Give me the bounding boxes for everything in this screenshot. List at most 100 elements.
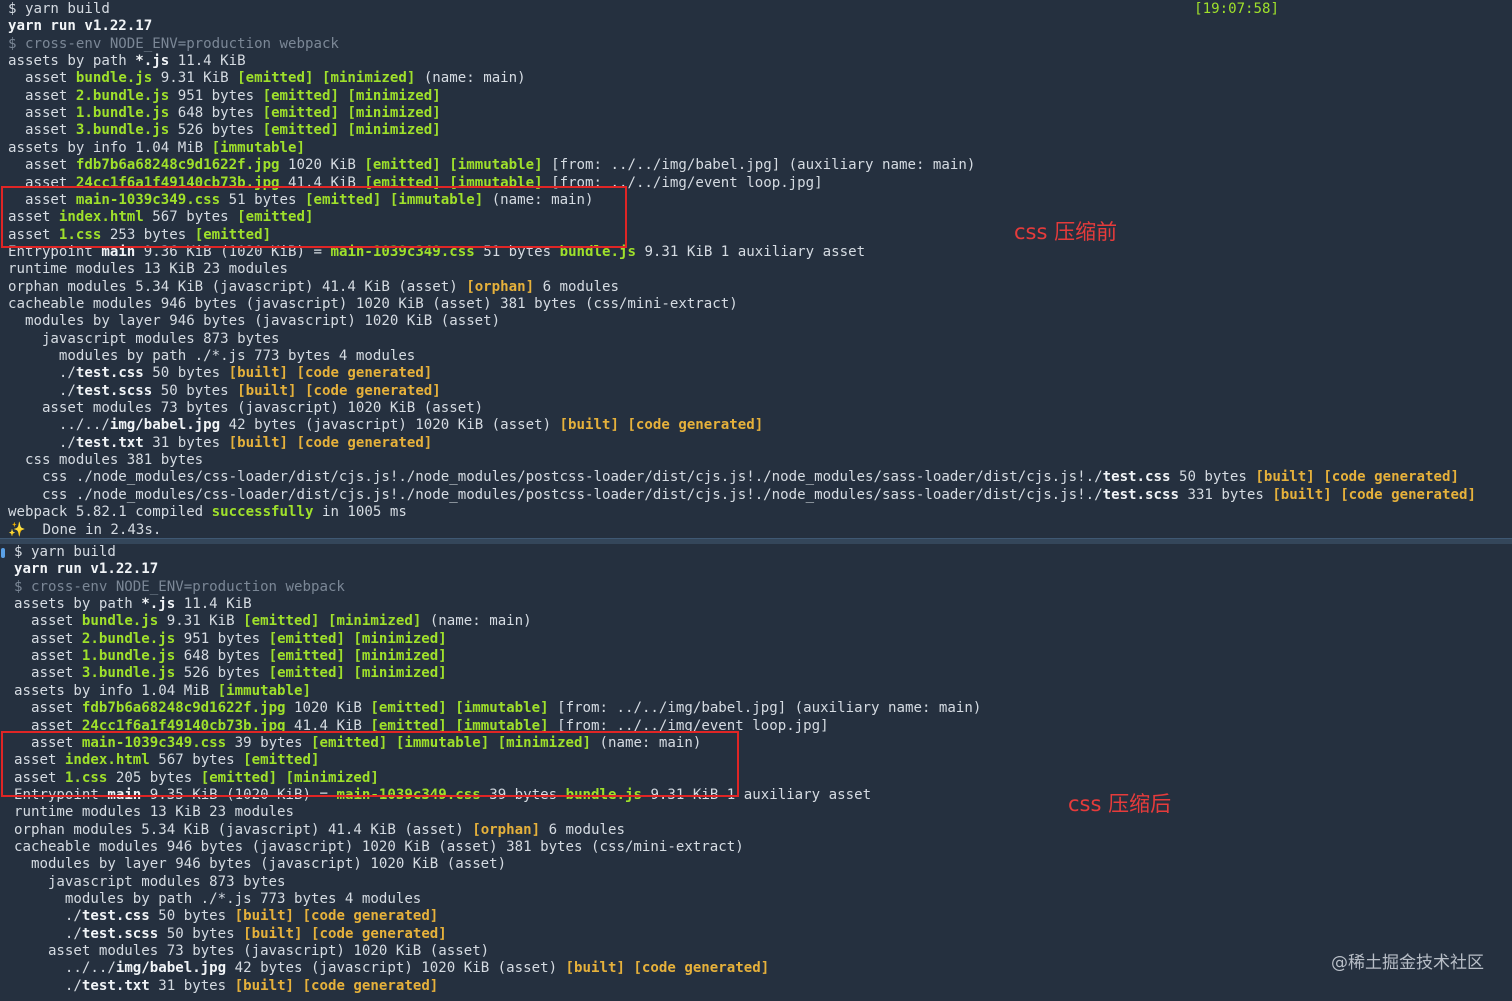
output-text: modules by layer 946 bytes (javascript) … xyxy=(14,856,507,873)
output-line: asset 2.bundle.js 951 bytes [emitted] [m… xyxy=(14,631,447,648)
output-text: asset xyxy=(14,700,82,717)
output-text: $ yarn build xyxy=(14,544,116,560)
output-text: [built] [code generated] xyxy=(1255,469,1459,486)
output-text: img/babel.jpg xyxy=(109,417,221,434)
output-line: cacheable modules 946 bytes (javascript)… xyxy=(14,839,744,856)
output-text: asset xyxy=(14,613,82,630)
output-text: asset xyxy=(8,157,76,174)
output-text: img/babel.jpg xyxy=(115,960,227,977)
output-line: assets by info 1.04 MiB [immutable] xyxy=(14,683,311,700)
output-text: ../../ xyxy=(8,417,110,434)
output-line: asset bundle.js 9.31 KiB [emitted] [mini… xyxy=(14,613,532,630)
output-text: css ./node_modules/css-loader/dist/cjs.j… xyxy=(8,469,1103,486)
output-text: 2.bundle.js xyxy=(81,630,176,647)
output-line: webpack 5.82.1 compiled successfully in … xyxy=(8,504,407,521)
output-text: webpack 5.82.1 compiled xyxy=(8,504,212,521)
output-text: assets by path xyxy=(8,53,136,70)
output-text: runtime modules 13 KiB 23 modules xyxy=(14,804,295,821)
output-text: 526 bytes xyxy=(169,122,263,139)
output-text: [emitted] [minimized] xyxy=(237,70,416,87)
output-text: [built] [code generated] xyxy=(1272,486,1476,503)
output-line: runtime modules 13 KiB 23 modules xyxy=(14,804,294,821)
output-text: modules by path ./*.js 773 bytes 4 modul… xyxy=(8,348,416,364)
output-line: ./test.scss 50 bytes [built] [code gener… xyxy=(8,383,441,400)
output-text: 6 modules xyxy=(540,821,625,838)
output-text: 1.bundle.js xyxy=(81,648,176,665)
output-text: 50 bytes xyxy=(158,925,244,942)
output-text: ./ xyxy=(8,365,76,382)
output-text: yarn run v1.22.17 xyxy=(14,561,159,578)
output-line: javascript modules 873 bytes xyxy=(14,874,286,891)
terminal-pane-before[interactable]: $ yarn build yarn run v1.22.17 $ cross-env… xyxy=(0,0,1512,540)
output-text: [orphan] xyxy=(466,278,535,295)
output-text: [immutable] xyxy=(217,682,311,699)
output-text: 648 bytes xyxy=(169,105,263,122)
output-line: ./test.scss 50 bytes [built] [code gener… xyxy=(14,926,447,943)
output-text: ./ xyxy=(14,925,82,942)
terminal-pane-after[interactable]: $ yarn build yarn run v1.22.17 $ cross-env… xyxy=(0,544,1512,1001)
output-text: [emitted] [immutable] xyxy=(370,700,549,717)
output-line: asset modules 73 bytes (javascript) 1020… xyxy=(8,400,483,417)
output-text: asset modules 73 bytes (javascript) 1020… xyxy=(8,400,484,417)
output-text: asset xyxy=(14,665,82,682)
output-text: runtime modules 13 KiB 23 modules xyxy=(8,261,289,278)
output-text: *.js xyxy=(135,53,170,70)
output-text: asset xyxy=(8,105,76,122)
output-text: [emitted] [minimized] xyxy=(262,105,441,122)
output-text: test.css xyxy=(81,908,150,925)
output-text: bundle.js xyxy=(75,70,153,87)
output-line: cacheable modules 946 bytes (javascript)… xyxy=(8,296,738,313)
output-text: 50 bytes xyxy=(149,908,235,925)
highlight-box-after xyxy=(1,731,739,797)
output-text: [emitted] [minimized] xyxy=(268,665,447,682)
output-text: [emitted] [minimized] xyxy=(268,630,447,647)
output-text: 42 bytes (javascript) 1020 KiB (asset) xyxy=(220,417,560,434)
output-line: asset fdb7b6a68248c9d1622f.jpg 1020 KiB … xyxy=(14,700,981,717)
output-line: ./test.css 50 bytes [built] [code genera… xyxy=(14,908,438,925)
output-text: $ yarn build xyxy=(8,1,110,17)
output-text: [built] [code generated] xyxy=(234,977,439,994)
output-text: ./ xyxy=(14,977,82,994)
output-line: modules by path ./*.js 773 bytes 4 modul… xyxy=(8,348,415,365)
output-line: modules by layer 946 bytes (javascript) … xyxy=(14,856,506,873)
output-line: $ yarn build xyxy=(14,544,116,561)
output-text: asset xyxy=(8,122,76,139)
output-text: asset modules 73 bytes (javascript) 1020… xyxy=(14,943,490,960)
output-line: ./test.css 50 bytes [built] [code genera… xyxy=(8,365,432,382)
output-text: javascript modules 873 bytes xyxy=(14,873,286,890)
output-text: assets by info 1.04 MiB xyxy=(8,139,212,156)
output-line: $ yarn build xyxy=(8,1,110,18)
output-text: 2.bundle.js xyxy=(75,87,170,104)
output-text: ✨ xyxy=(8,521,26,538)
output-line: javascript modules 873 bytes xyxy=(8,331,280,348)
output-line: asset fdb7b6a68248c9d1622f.jpg 1020 KiB … xyxy=(8,157,975,174)
output-text: (name: main) xyxy=(421,613,532,630)
output-text: yarn run v1.22.17 xyxy=(8,18,153,35)
output-text: [emitted] [minimized] xyxy=(262,87,441,104)
output-text: [built] [code generated] xyxy=(243,925,447,942)
output-text: assets by info 1.04 MiB xyxy=(14,682,218,699)
output-text: *.js xyxy=(141,596,176,613)
prompt-timestamp: [19:07:58] xyxy=(1194,1,1279,17)
annotation-before: css 压缩前 xyxy=(1014,220,1118,244)
output-text: $ cross-env NODE_ENV=production webpack xyxy=(8,35,339,52)
output-text: 42 bytes (javascript) 1020 KiB (asset) xyxy=(226,960,566,977)
output-line: ../../img/babel.jpg 42 bytes (javascript… xyxy=(8,417,763,434)
output-text: [built] [code generated] xyxy=(228,365,433,382)
output-text: test.scss xyxy=(75,382,153,399)
output-text: 526 bytes xyxy=(175,665,269,682)
output-text: [built] [code generated] xyxy=(228,434,433,451)
output-text: 1020 KiB xyxy=(285,700,371,717)
output-line: css ./node_modules/css-loader/dist/cjs.j… xyxy=(8,487,1476,504)
output-text: (name: main) xyxy=(415,70,526,87)
output-text: bundle.js xyxy=(81,613,159,630)
output-line: asset 3.bundle.js 526 bytes [emitted] [m… xyxy=(8,122,441,139)
output-text: 50 bytes xyxy=(152,382,238,399)
output-line: assets by info 1.04 MiB [immutable] xyxy=(8,140,305,157)
output-text: [immutable] xyxy=(211,139,305,156)
output-text: 9.31 KiB xyxy=(152,70,238,87)
output-text: asset xyxy=(14,648,82,665)
output-text: 9.31 KiB 1 auxiliary asset xyxy=(635,243,866,260)
output-line: ./test.txt 31 bytes [built] [code genera… xyxy=(8,435,432,452)
output-text: test.txt xyxy=(75,434,144,451)
